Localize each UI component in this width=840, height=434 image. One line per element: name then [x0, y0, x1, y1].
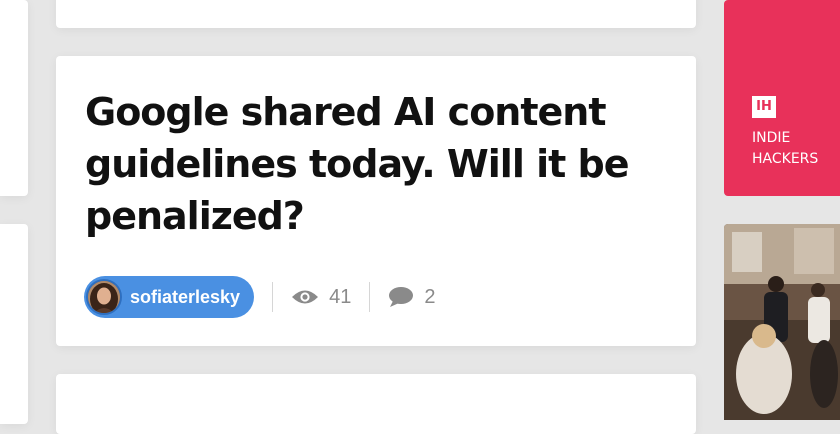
meta-divider	[272, 282, 274, 312]
author-link[interactable]: sofiaterlesky	[84, 276, 255, 318]
eye-icon	[291, 288, 319, 306]
previous-post-card[interactable]	[56, 0, 696, 28]
ih-line-2: HACKERS	[752, 151, 819, 167]
next-post-card[interactable]	[56, 374, 696, 434]
meta-divider	[369, 282, 371, 312]
comments-stat[interactable]: 2	[388, 286, 435, 309]
indie-hackers-logo: IH	[752, 96, 776, 118]
comments-count: 2	[424, 285, 436, 308]
ih-line-1: INDIE	[752, 130, 791, 146]
speech-bubble-icon	[388, 286, 414, 308]
indie-hackers-wordmark: INDIE HACKERS	[752, 128, 818, 170]
views-count: 41	[329, 285, 352, 308]
indie-hackers-banner[interactable]: IH INDIE HACKERS	[724, 0, 840, 196]
post-card[interactable]: Google shared AI content guidelines toda…	[56, 56, 696, 346]
post-title[interactable]: Google shared AI content guidelines toda…	[85, 86, 645, 242]
views-stat: 41	[291, 286, 351, 309]
avatar	[86, 279, 122, 315]
sidebar-photo[interactable]	[724, 224, 840, 420]
author-name: sofiaterlesky	[130, 286, 241, 307]
left-column-card-bottom	[0, 224, 28, 424]
left-column-card-top	[0, 0, 28, 196]
post-meta: sofiaterlesky 41 2	[84, 276, 435, 318]
